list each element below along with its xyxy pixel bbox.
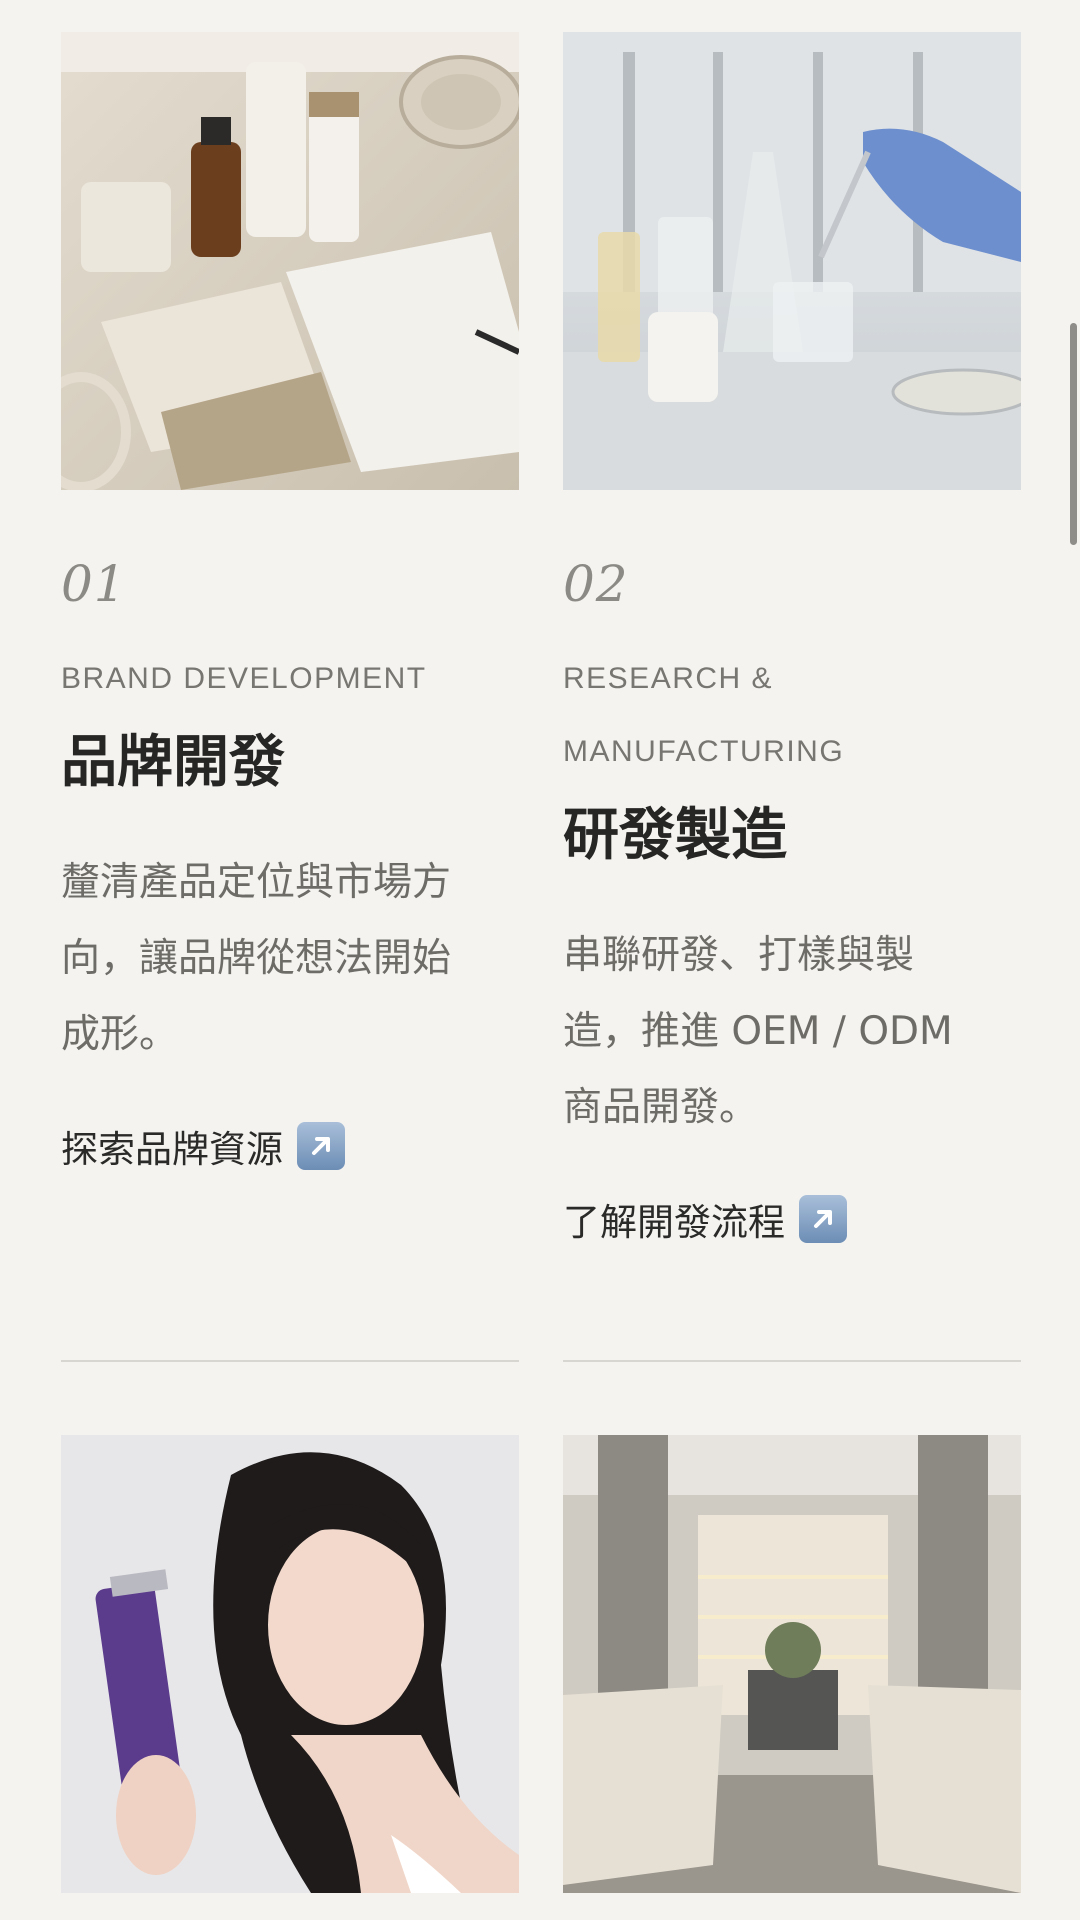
link-label: 探索品牌資源 (61, 1128, 283, 1171)
scrollbar[interactable] (1070, 323, 1077, 545)
cosmetics-packaging-photo (61, 32, 519, 490)
north-east-arrow-icon (799, 1195, 847, 1243)
service-card-retail (563, 1435, 1021, 1893)
service-card-marketing (61, 1435, 519, 1893)
description-line: 成形。 (61, 1012, 179, 1057)
card-description: 串聯研發、打樣與製 造，推進 OEM / ODM 商品開發。 (563, 918, 1021, 1146)
section-divider (61, 1360, 519, 1362)
retail-store-photo (563, 1435, 1021, 1893)
description-line: 商品開發。 (563, 1085, 759, 1130)
card-description: 釐清產品定位與市場方 向，讓品牌從想法開始 成形。 (61, 845, 519, 1073)
card-number: 02 (563, 555, 629, 613)
service-card-research: 02 RESEARCH & MANUFACTURING 研發製造 串聯研發、打樣… (563, 32, 1021, 1246)
subtitle-line: RESEARCH & (563, 662, 774, 695)
north-east-arrow-icon (297, 1122, 345, 1170)
description-line: 向，讓品牌從想法開始 (61, 936, 452, 981)
card-title: 品牌開發 (61, 730, 285, 795)
card-number: 01 (61, 555, 127, 613)
card-title: 研發製造 (563, 803, 787, 868)
card-subtitle-en: BRAND DEVELOPMENT (61, 662, 427, 695)
card-subtitle-en: RESEARCH & MANUFACTURING (563, 642, 1021, 788)
subtitle-line: MANUFACTURING (563, 735, 845, 768)
service-card-brand: 01 BRAND DEVELOPMENT 品牌開發 釐清產品定位與市場方 向，讓… (61, 32, 519, 1173)
link-label: 了解開發流程 (563, 1201, 785, 1244)
laboratory-photo (563, 32, 1021, 490)
model-with-product-photo (61, 1435, 519, 1893)
services-page: 01 BRAND DEVELOPMENT 品牌開發 釐清產品定位與市場方 向，讓… (0, 0, 1080, 1920)
learn-development-process-link[interactable]: 了解開發流程 (563, 1192, 1021, 1246)
description-line: 串聯研發、打樣與製 (563, 933, 915, 978)
description-line: 造，推進 OEM / ODM (563, 1009, 953, 1054)
explore-brand-resources-link[interactable]: 探索品牌資源 (61, 1119, 519, 1173)
description-line: 釐清產品定位與市場方 (61, 860, 452, 905)
section-divider (563, 1360, 1021, 1362)
